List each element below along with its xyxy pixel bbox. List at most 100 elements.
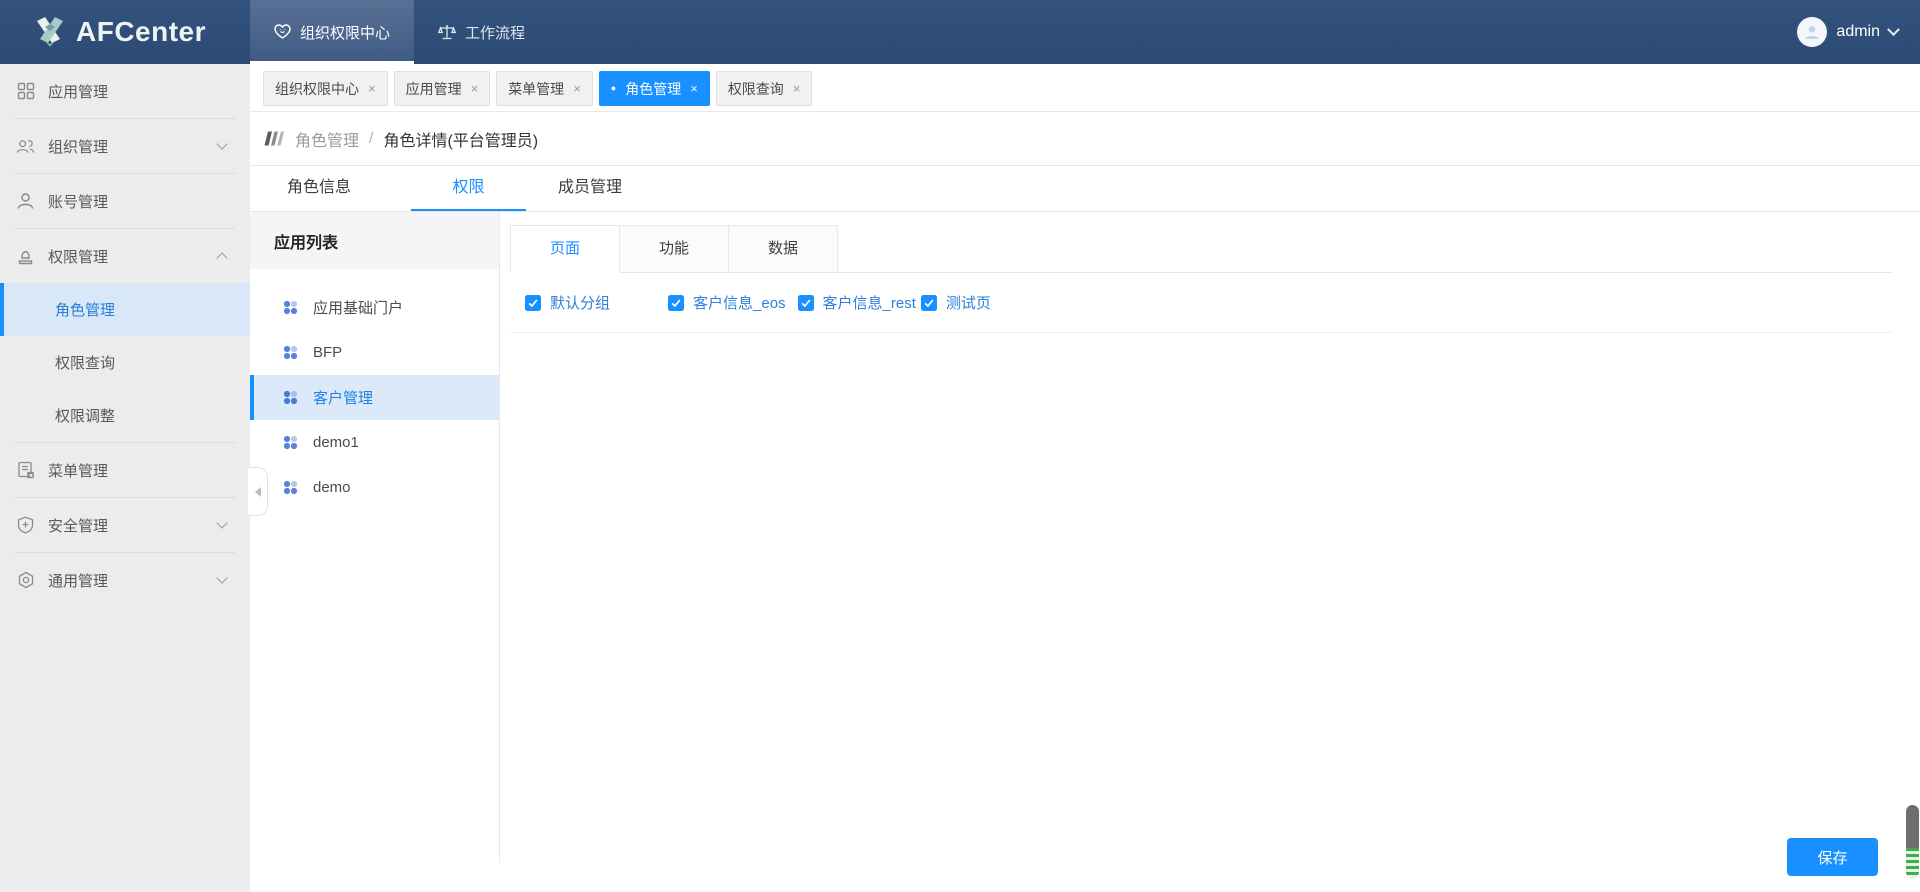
scale-icon	[438, 24, 457, 41]
checkbox-checked-icon[interactable]	[797, 294, 814, 311]
app-dots-icon	[283, 435, 298, 450]
checkbox-checked-icon[interactable]	[920, 294, 937, 311]
app-item-demo[interactable]: demo	[250, 465, 499, 510]
nav-item-workflow[interactable]: 工作流程	[414, 0, 549, 64]
tab-permissions[interactable]: 权限	[411, 166, 526, 211]
app-dots-icon	[283, 390, 298, 405]
logo-text: AFCenter	[76, 16, 207, 47]
app-list-panel: 应用列表 应用基础门户 BFP 客户管理 demo1 demo	[250, 212, 500, 863]
breadcrumb: 角色管理 / 角色详情(平台管理员)	[250, 112, 1920, 166]
chevron-down-icon	[216, 572, 228, 584]
workspace-tab-label: 角色管理	[625, 80, 682, 97]
app-item-label: BFP	[313, 344, 343, 361]
app-logo[interactable]: AFCenter	[34, 0, 206, 64]
checkbox-customer-info-eos[interactable]: 客户信息_eos	[668, 292, 786, 313]
checkbox-checked-icon[interactable]	[525, 294, 541, 311]
top-nav: 组织权限中心 工作流程	[250, 0, 549, 64]
workspace-tab-app-management[interactable]: 应用管理 ×	[393, 71, 491, 106]
checkbox-test-page[interactable]: 测试页	[920, 292, 991, 313]
app-item-bfp[interactable]: BFP	[250, 330, 499, 375]
username: admin	[1836, 23, 1880, 40]
sidebar-item-security-management[interactable]: 安全管理	[0, 498, 250, 552]
close-icon[interactable]: ×	[573, 81, 581, 96]
workspace-tab-org-permission-center[interactable]: 组织权限中心 ×	[263, 71, 388, 106]
user-icon	[16, 192, 35, 211]
tab-role-info[interactable]: 角色信息	[287, 166, 411, 211]
close-icon[interactable]: ×	[471, 81, 479, 96]
slashes-icon	[263, 130, 285, 147]
breadcrumb-current: 角色详情(平台管理员)	[383, 132, 539, 150]
tab-pages[interactable]: 页面	[510, 225, 620, 273]
sidebar-item-label: 权限管理	[48, 248, 109, 266]
permission-pane: 页面 功能 数据 默认分组 客户信息_eos 客户信息_rest 测试页	[500, 212, 1920, 892]
nav-item-label: 工作流程	[465, 24, 526, 42]
sidebar-item-label: 权限查询	[55, 355, 116, 372]
app-item-customer-management[interactable]: 客户管理	[250, 375, 499, 420]
breadcrumb-parent[interactable]: 角色管理	[295, 127, 359, 151]
menu-doc-icon	[16, 461, 35, 480]
close-icon[interactable]: ×	[368, 81, 376, 96]
checkbox-label: 客户信息_rest	[822, 295, 916, 312]
user-menu[interactable]: admin	[1797, 0, 1900, 64]
chevron-down-icon	[216, 517, 228, 529]
sidebar-item-label: 权限调整	[55, 408, 116, 425]
sidebar-item-app-management[interactable]: 应用管理	[0, 64, 250, 118]
sidebar-item-org-management[interactable]: 组织管理	[0, 119, 250, 173]
checkbox-label: 测试页	[945, 295, 991, 312]
permission-type-tabs: 页面 功能 数据	[510, 225, 1893, 273]
workspace-tab-label: 组织权限中心	[275, 80, 359, 97]
afcenter-logo-icon	[34, 14, 66, 50]
app-item-label: demo	[313, 479, 351, 496]
app-item-label: demo1	[313, 434, 359, 451]
sidebar-item-permission-query[interactable]: 权限查询	[0, 336, 250, 389]
tab-data[interactable]: 数据	[728, 225, 838, 273]
breadcrumb-separator: /	[369, 129, 374, 147]
save-button[interactable]: 保存	[1787, 838, 1878, 876]
sidebar-item-role-management[interactable]: 角色管理	[0, 283, 250, 336]
sidebar-item-permission-management[interactable]: 权限管理	[0, 229, 250, 283]
app-list: 应用基础门户 BFP 客户管理 demo1 demo	[250, 285, 499, 510]
app-list-title: 应用列表	[250, 212, 499, 269]
chevron-down-icon	[216, 138, 228, 150]
checkbox-checked-icon[interactable]	[668, 294, 685, 311]
app-dots-icon	[283, 345, 298, 360]
nav-item-org-permission-center[interactable]: 组织权限中心	[250, 0, 415, 64]
app-item-label: 客户管理	[313, 390, 374, 407]
sidebar-item-label: 菜单管理	[48, 462, 109, 480]
app-item-demo1[interactable]: demo1	[250, 420, 499, 465]
app-item-base-portal[interactable]: 应用基础门户	[250, 285, 499, 330]
checkbox-label: 默认分组	[550, 295, 611, 312]
sidebar-item-label: 通用管理	[48, 572, 109, 590]
checkbox-default-group[interactable]: 默认分组	[525, 292, 610, 313]
nav-item-label: 组织权限中心	[300, 24, 391, 42]
sidebar-item-permission-adjust[interactable]: 权限调整	[0, 389, 250, 442]
chevron-down-icon	[1887, 22, 1900, 36]
avatar	[1797, 17, 1828, 47]
workspace-tab-menu-management[interactable]: 菜单管理 ×	[496, 71, 593, 106]
scrollbar-green-stripes	[1906, 848, 1919, 878]
workspace-tab-role-management[interactable]: ● 角色管理 ×	[598, 71, 710, 106]
workspace-tab-permission-query[interactable]: 权限查询 ×	[715, 71, 813, 106]
tab-functions[interactable]: 功能	[619, 225, 729, 273]
close-icon[interactable]: ×	[690, 81, 698, 96]
sidebar-item-label: 安全管理	[48, 517, 109, 535]
checkbox-customer-info-rest[interactable]: 客户信息_rest	[797, 292, 916, 313]
workspace-tab-label: 应用管理	[405, 80, 462, 97]
page-permission-checkbox-row: 默认分组 客户信息_eos 客户信息_rest 测试页	[510, 273, 1893, 333]
vertical-scrollbar-thumb[interactable]	[1906, 805, 1919, 878]
checkbox-label: 客户信息_eos	[693, 295, 786, 312]
chevron-up-icon	[216, 252, 228, 264]
app-item-label: 应用基础门户	[313, 300, 404, 317]
shield-plus-icon	[16, 516, 35, 535]
app-dots-icon	[283, 480, 298, 495]
circle-dot-icon	[16, 571, 35, 590]
close-icon[interactable]: ×	[793, 81, 801, 96]
sidebar-item-general-management[interactable]: 通用管理	[0, 553, 250, 607]
sidebar-item-menu-management[interactable]: 菜单管理	[0, 443, 250, 497]
workspace-tab-label: 菜单管理	[508, 80, 565, 97]
sidebar-item-account-management[interactable]: 账号管理	[0, 174, 250, 228]
sidebar-item-label: 应用管理	[48, 83, 109, 101]
tab-member-management[interactable]: 成员管理	[526, 166, 654, 211]
chevron-left-icon	[254, 486, 261, 497]
sidebar-collapse-handle[interactable]	[248, 467, 268, 516]
